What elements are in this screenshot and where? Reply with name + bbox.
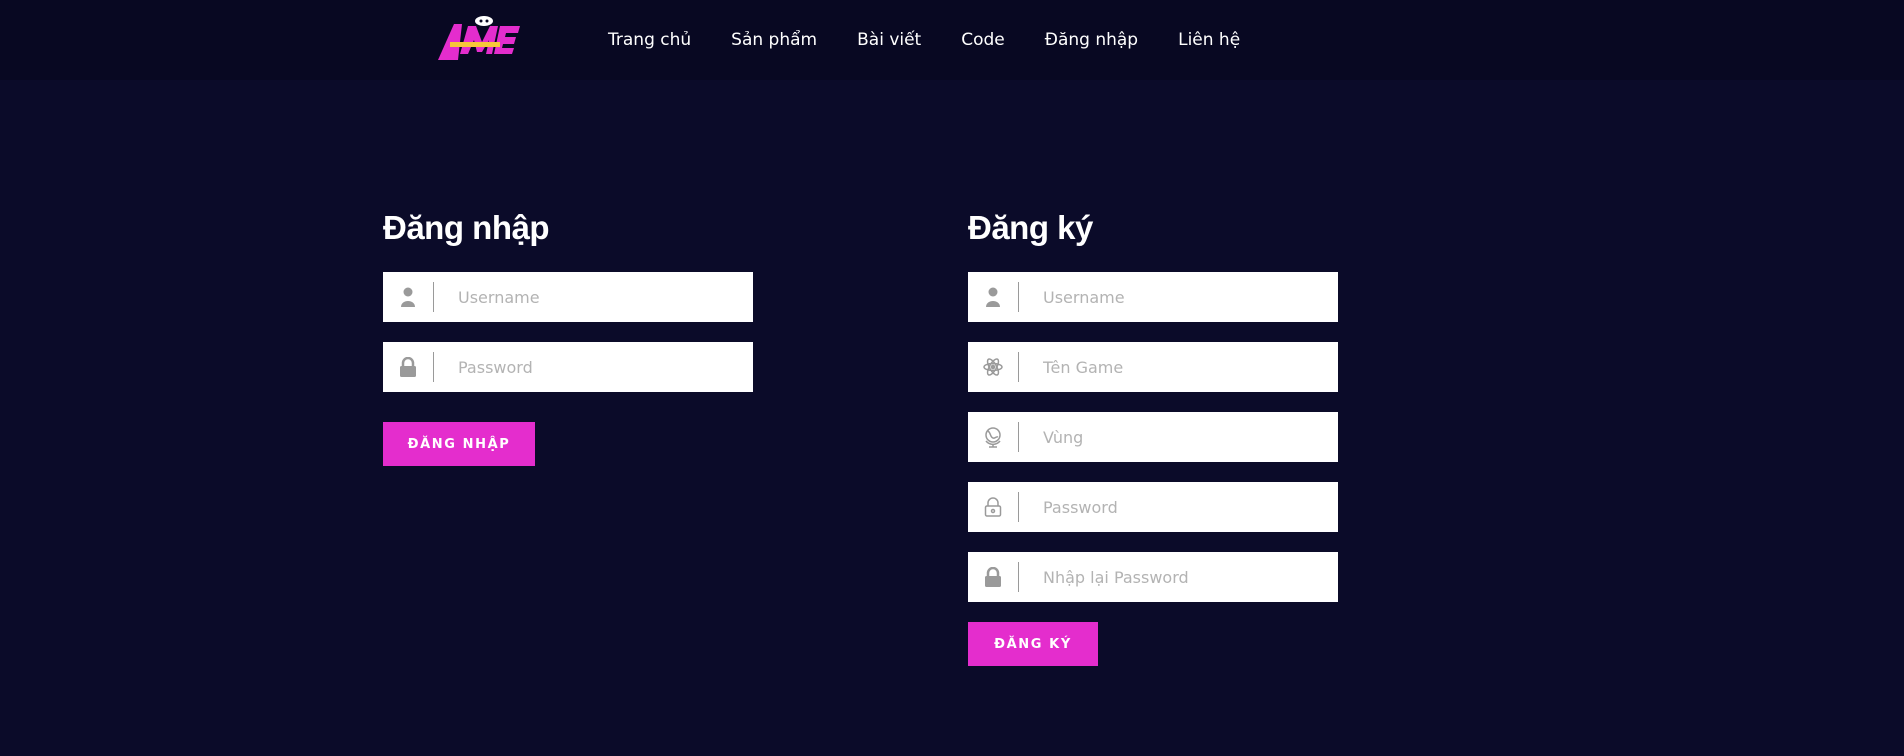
- login-password-field: [383, 342, 753, 392]
- user-icon: [968, 272, 1018, 322]
- register-game-name-input[interactable]: [1019, 342, 1338, 392]
- register-region-field: [968, 412, 1338, 462]
- register-confirm-password-input[interactable]: [1019, 552, 1338, 602]
- lock-icon: [383, 342, 433, 392]
- register-confirm-password-field: [968, 552, 1338, 602]
- register-section: Đăng ký Username Tên Game Vùng ĐĂNG KÝ: [968, 208, 1338, 666]
- register-password-input[interactable]: [1019, 482, 1338, 532]
- login-username-input[interactable]: [434, 272, 753, 322]
- nav-posts[interactable]: Bài viết: [857, 30, 921, 50]
- nav-login[interactable]: Đăng nhập: [1045, 30, 1138, 50]
- login-username-field: [383, 272, 753, 322]
- user-icon: [383, 272, 433, 322]
- site-header: Trang chủ Sản phẩm Bài viết Code Đăng nh…: [0, 0, 1904, 80]
- register-username-input[interactable]: [1019, 272, 1338, 322]
- login-title: Đăng nhập: [383, 209, 550, 246]
- globe-icon: [968, 412, 1018, 462]
- register-region-input[interactable]: [1019, 412, 1338, 462]
- register-title: Đăng ký: [968, 209, 1093, 246]
- login-section: Đăng nhập ĐĂNG NHẬP: [383, 208, 753, 466]
- register-username-field: [968, 272, 1338, 322]
- lock-icon: [968, 552, 1018, 602]
- nav-code[interactable]: Code: [961, 30, 1005, 50]
- atom-icon: [968, 342, 1018, 392]
- lock-outline-icon: [968, 482, 1018, 532]
- nav-contact[interactable]: Liên hệ: [1178, 30, 1240, 50]
- login-button[interactable]: ĐĂNG NHẬP: [383, 422, 535, 466]
- main-nav: Trang chủ Sản phẩm Bài viết Code Đăng nh…: [608, 0, 1280, 80]
- nav-home[interactable]: Trang chủ: [608, 30, 691, 50]
- brand-logo[interactable]: [432, 14, 524, 64]
- register-game-name-field: [968, 342, 1338, 392]
- nav-products[interactable]: Sản phẩm: [731, 30, 817, 50]
- login-password-input[interactable]: [434, 342, 753, 392]
- register-password-field: [968, 482, 1338, 532]
- register-button[interactable]: ĐĂNG KÝ: [968, 622, 1098, 666]
